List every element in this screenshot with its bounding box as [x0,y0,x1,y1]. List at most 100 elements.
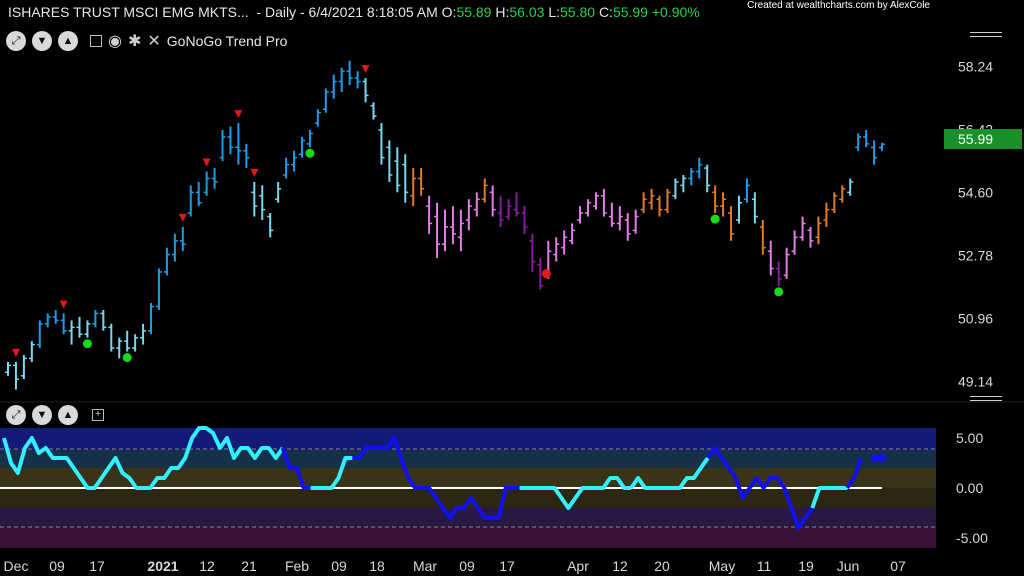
price-tick-label: 50.96 [958,310,993,326]
date-tick-label: 20 [654,558,670,574]
interval[interactable]: Daily [265,4,296,20]
price-bar [839,185,846,203]
price-bar [100,310,107,331]
date-tick-label: 17 [499,558,515,574]
add-icon[interactable]: + [92,409,104,421]
price-bar [219,130,226,162]
date-tick-label: 19 [798,558,814,574]
price-bar [426,195,433,234]
price-bar [354,71,361,89]
date-tick-label: 09 [49,558,65,574]
price-bar [608,202,615,227]
eye-icon[interactable]: ◉ [108,31,122,51]
price-pane-menu-icon[interactable] [970,32,1002,40]
collapse-box-icon[interactable] [90,35,102,47]
zone-strong-positive [0,428,936,450]
price-bar [187,185,194,217]
indicator-name[interactable]: GoNoGo Trend Pro [167,33,288,49]
price-bar [442,209,448,252]
price-bar [434,202,441,259]
price-bar [267,213,274,238]
price-bar [505,199,512,220]
price-bar [759,220,766,255]
price-bar [36,320,43,349]
date-tick-label: 17 [89,558,105,574]
countertrend-down-marker [361,65,370,74]
price-bar [624,213,631,241]
price-bar [362,78,369,103]
price-bar [489,185,496,217]
osc-pane-menu-icon[interactable] [970,396,1002,404]
close-value: 55.99 [612,4,648,20]
price-bar [529,233,536,272]
gear-icon[interactable]: ✱ [128,31,141,51]
price-bar [68,320,75,345]
trend-continuation-dot [122,353,132,363]
close-icon[interactable]: ✕ [147,31,160,51]
price-bar [5,361,11,376]
price-bar [370,102,377,120]
trend-continuation-dot [305,148,315,158]
price-bar [513,192,520,217]
price-bar [163,247,170,276]
chart-header: ISHARES TRUST MSCI EMG MKTS... - Daily -… [0,0,1024,24]
date-tick-label: Apr [567,558,589,574]
price-bar [847,178,854,196]
price-bar [179,226,186,252]
expand-icon[interactable]: ⤢ [6,31,26,51]
date-tick-label: 09 [459,558,475,574]
chevron-down-icon[interactable]: ▼ [32,31,52,51]
countertrend-down-marker [11,348,20,357]
price-bar [767,240,774,276]
price-tick-label: 52.78 [958,247,993,263]
price-bar [116,337,123,359]
date-tick-label: Dec [4,558,29,574]
price-bar [473,192,480,217]
price-bar [386,140,393,182]
oscillator-end-dot [878,454,886,462]
price-bar [720,192,727,217]
price-bar [616,206,623,231]
price-bar [521,206,528,234]
price-bar [338,67,345,92]
price-bar [20,355,27,380]
price-bar [410,168,417,207]
price-bar [124,330,131,352]
symbol-name[interactable]: ISHARES TRUST MSCI EMG MKTS... [8,4,249,20]
date-axis: Dec 09 17 2021 12 21 Feb 09 18 Mar 09 17 Apr 12 20 May 1… [4,558,906,574]
price-bar [457,209,464,252]
price-bar [815,216,822,245]
price-bar [728,206,735,241]
trend-continuation-dot [774,287,784,297]
change-percent: +0.90% [651,4,700,20]
price-bar [791,230,798,255]
osc-expand-icon[interactable]: ⤢ [6,405,26,425]
osc-chevron-down-icon[interactable]: ▼ [32,405,52,425]
price-bar [298,136,305,158]
price-bar [648,188,655,210]
price-bar [783,247,790,279]
osc-tick-label: -5.00 [956,530,988,546]
price-bar [592,192,599,210]
zone-positive [0,450,936,468]
date-tick-label: May [709,558,735,574]
price-bar [243,143,250,169]
countertrend-down-marker [178,213,187,222]
date-tick-label: 09 [331,558,347,574]
price-bar [751,192,758,224]
price-bar [60,313,67,335]
price-bar [871,140,878,165]
price-bar [672,178,679,200]
price-bar [203,171,210,196]
osc-chevron-up-icon[interactable]: ▲ [58,405,78,425]
price-bar [211,168,218,189]
chevron-up-icon[interactable]: ▲ [58,31,78,51]
price-bar [251,181,258,217]
oscillator-axis: 5.00 0.00 -5.00 [956,430,988,546]
price-bar [664,188,671,214]
price-bar [600,188,607,217]
price-bar [12,361,19,390]
osc-tick-label: 0.00 [956,480,983,496]
chart-canvas: 58.2456.4254.6052.7850.9649.14 5.000.00-… [0,58,1024,574]
price-tick-label: 49.14 [958,373,993,389]
